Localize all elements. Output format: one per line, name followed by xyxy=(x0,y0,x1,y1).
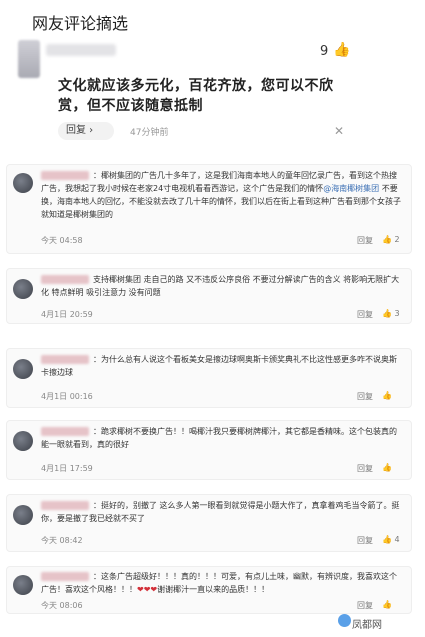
like-button[interactable]: 👍 xyxy=(382,463,392,472)
like-button[interactable]: 👍 xyxy=(382,600,392,609)
comment-card: ：椰树集团的广告几十多年了，这是我们海南本地人的童年回忆录广告，看到这个热搜广告… xyxy=(6,164,412,254)
comment-card: ：为什么总有人说这个看板美女是擦边球啊奥斯卡颁奖典礼不比这性感更多咋不说奥斯卡擦… xyxy=(6,348,412,408)
like-button[interactable]: 👍 3 xyxy=(382,309,400,318)
comment-time: 4月1日 20:59 xyxy=(41,310,93,319)
like-count: 3 xyxy=(394,309,400,318)
comment-time: 今天 08:42 xyxy=(41,536,83,545)
comment-time: 47分钟前 xyxy=(130,128,169,138)
reply-button[interactable]: 回复 xyxy=(357,535,373,546)
comment-time: 今天 04:58 xyxy=(41,236,83,245)
comment-text: ：为什么总有人说这个看板美女是擦边球啊奥斯卡颁奖典礼不比这性感更多咋不说奥斯卡擦… xyxy=(41,355,397,377)
comment-text: ：跪求椰树不要换广告！！喝椰汁我只要椰树牌椰汁，其它都是香精味。这个包装真的能一… xyxy=(41,427,397,449)
avatar[interactable] xyxy=(13,173,33,193)
comment-card: ：挺好的，别撤了 这么多人第一眼看到就觉得是小题大作了，真拿着鸡毛当令箭了。挺你… xyxy=(6,494,412,552)
username-blurred xyxy=(46,44,116,56)
watermark-logo-icon xyxy=(338,614,351,627)
comment-card: ：这条广告超级好！！！真的！！！可爱，有点儿土味，幽默，有辨识度，我喜欢这个广告… xyxy=(6,566,412,614)
heart-icon: ❤❤❤ xyxy=(137,585,158,594)
page-title: 网友评论摘选 xyxy=(32,14,129,33)
reply-button[interactable]: 回复 xyxy=(357,463,373,474)
comment-text: ：椰树集团的广告几十多年了，这是我们海南本地人的童年回忆录广告，看到这个热搜广告… xyxy=(41,171,401,219)
comment-time: 今天 08:06 xyxy=(41,601,83,610)
like-count: 4 xyxy=(394,535,400,544)
comment-text: ：挺好的，别撤了 这么多人第一眼看到就觉得是小题大作了，真拿着鸡毛当令箭了。挺你… xyxy=(41,501,400,523)
like-count: 2 xyxy=(394,235,400,244)
comment-text: 支持椰树集团 走自己的路 又不违反公序良俗 不要过分解读广告的含义 将影响无限扩… xyxy=(41,275,400,297)
comment-card: 支持椰树集团 走自己的路 又不违反公序良俗 不要过分解读广告的含义 将影响无限扩… xyxy=(6,268,412,324)
avatar[interactable] xyxy=(13,575,33,595)
comment-time: 4月1日 00:16 xyxy=(41,392,93,401)
avatar[interactable] xyxy=(13,505,33,525)
reply-button[interactable]: 回复 › xyxy=(58,122,114,140)
avatar[interactable] xyxy=(13,359,33,379)
reply-button[interactable]: 回复 xyxy=(357,391,373,402)
reply-button[interactable]: 回复 xyxy=(357,309,373,320)
comment-card: ：跪求椰树不要换广告！！喝椰汁我只要椰树牌椰汁，其它都是香精味。这个包装真的能一… xyxy=(6,420,412,480)
featured-comment: 9 👍 文化就应该多元化，百花齐放，您可以不欣赏，但不应该随意抵制 回复 › 4… xyxy=(18,32,350,140)
like-button[interactable]: 👍 4 xyxy=(382,535,400,544)
reply-button[interactable]: 回复 xyxy=(357,600,373,611)
reply-button[interactable]: 回复 xyxy=(357,235,373,246)
thumbs-up-icon[interactable]: 👍 xyxy=(333,42,350,58)
comment-text: 文化就应该多元化，百花齐放，您可以不欣赏，但不应该随意抵制 xyxy=(58,78,334,114)
like-count: 9 xyxy=(320,44,329,59)
close-icon[interactable]: ✕ xyxy=(334,124,344,138)
like-button[interactable]: 👍 xyxy=(382,391,392,400)
mention-link[interactable]: @海南椰树集团 xyxy=(323,184,379,193)
comment-text: ：这条广告超级好！！！真的！！！可爱，有点儿土味，幽默，有辨识度，我喜欢这个广告… xyxy=(41,572,397,594)
watermark: 凤都网 xyxy=(352,620,382,631)
comment-time: 4月1日 17:59 xyxy=(41,464,93,473)
avatar[interactable] xyxy=(13,431,33,451)
like-button[interactable]: 👍 2 xyxy=(382,235,400,244)
avatar[interactable] xyxy=(18,40,40,78)
avatar[interactable] xyxy=(13,279,33,299)
